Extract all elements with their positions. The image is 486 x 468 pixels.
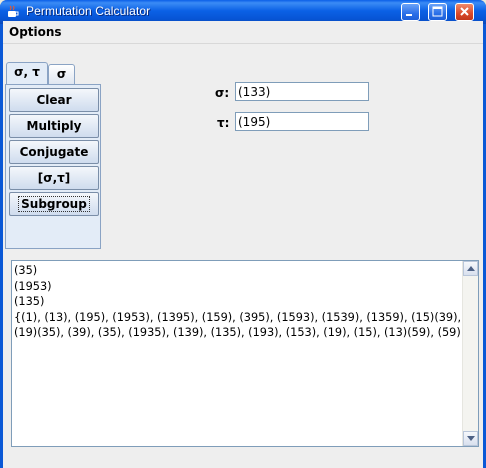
tab-sigma[interactable]: σ <box>48 64 75 84</box>
clear-button[interactable]: Clear <box>9 88 99 112</box>
close-button[interactable] <box>455 3 474 21</box>
minimize-icon <box>406 14 412 16</box>
vertical-scrollbar[interactable] <box>462 261 478 446</box>
conjugate-button-label: Conjugate <box>19 145 89 159</box>
window-title: Permutation Calculator <box>26 4 151 18</box>
main-content: σ, τ σ Clear Multiply Conjugate [σ,τ] Su… <box>3 44 483 468</box>
app-window: Permutation Calculator Options σ, τ σ Cl… <box>0 0 486 468</box>
menu-options[interactable]: Options <box>9 25 62 39</box>
output-line: (135) <box>14 295 45 308</box>
tau-input[interactable] <box>235 112 369 131</box>
tau-label: τ: <box>217 116 230 130</box>
tab-sigma-tau[interactable]: σ, τ <box>6 62 48 84</box>
scroll-up-button[interactable] <box>463 261 478 276</box>
maximize-button[interactable] <box>428 3 447 21</box>
maximize-icon <box>432 6 443 17</box>
conjugate-button[interactable]: Conjugate <box>9 140 99 164</box>
menu-bar: Options <box>3 21 483 44</box>
arrow-up-icon <box>467 266 475 271</box>
commutator-button[interactable]: [σ,τ] <box>9 166 99 190</box>
output-line: (19)(35), (39), (35), (1935), (139), (13… <box>14 326 462 339</box>
multiply-button-label: Multiply <box>26 119 82 133</box>
sigma-input[interactable] <box>235 82 369 101</box>
output-text[interactable]: (35) (1953) (135) {(1), (13), (195), (1953)… <box>12 261 462 446</box>
output-line: (1953) <box>14 279 52 293</box>
sigma-label: σ: <box>215 86 230 100</box>
scroll-down-button[interactable] <box>463 431 478 446</box>
subgroup-button[interactable]: Subgroup <box>9 192 99 216</box>
output-area[interactable]: (35) (1953) (135) {(1), (13), (195), (1953)… <box>11 260 479 447</box>
minimize-button[interactable] <box>401 3 420 21</box>
subgroup-button-label: Subgroup <box>18 196 90 212</box>
output-line: (35) <box>14 264 38 277</box>
operations-panel: Clear Multiply Conjugate [σ,τ] Subgroup <box>5 84 101 249</box>
arrow-down-icon <box>467 436 475 441</box>
close-icon <box>460 7 469 16</box>
java-cup-icon <box>8 5 19 17</box>
clear-button-label: Clear <box>36 93 72 107</box>
multiply-button[interactable]: Multiply <box>9 114 99 138</box>
commutator-button-label: [σ,τ] <box>37 171 71 185</box>
output-line: {(1), (13), (195), (1953), (1395), (159)… <box>14 310 462 324</box>
